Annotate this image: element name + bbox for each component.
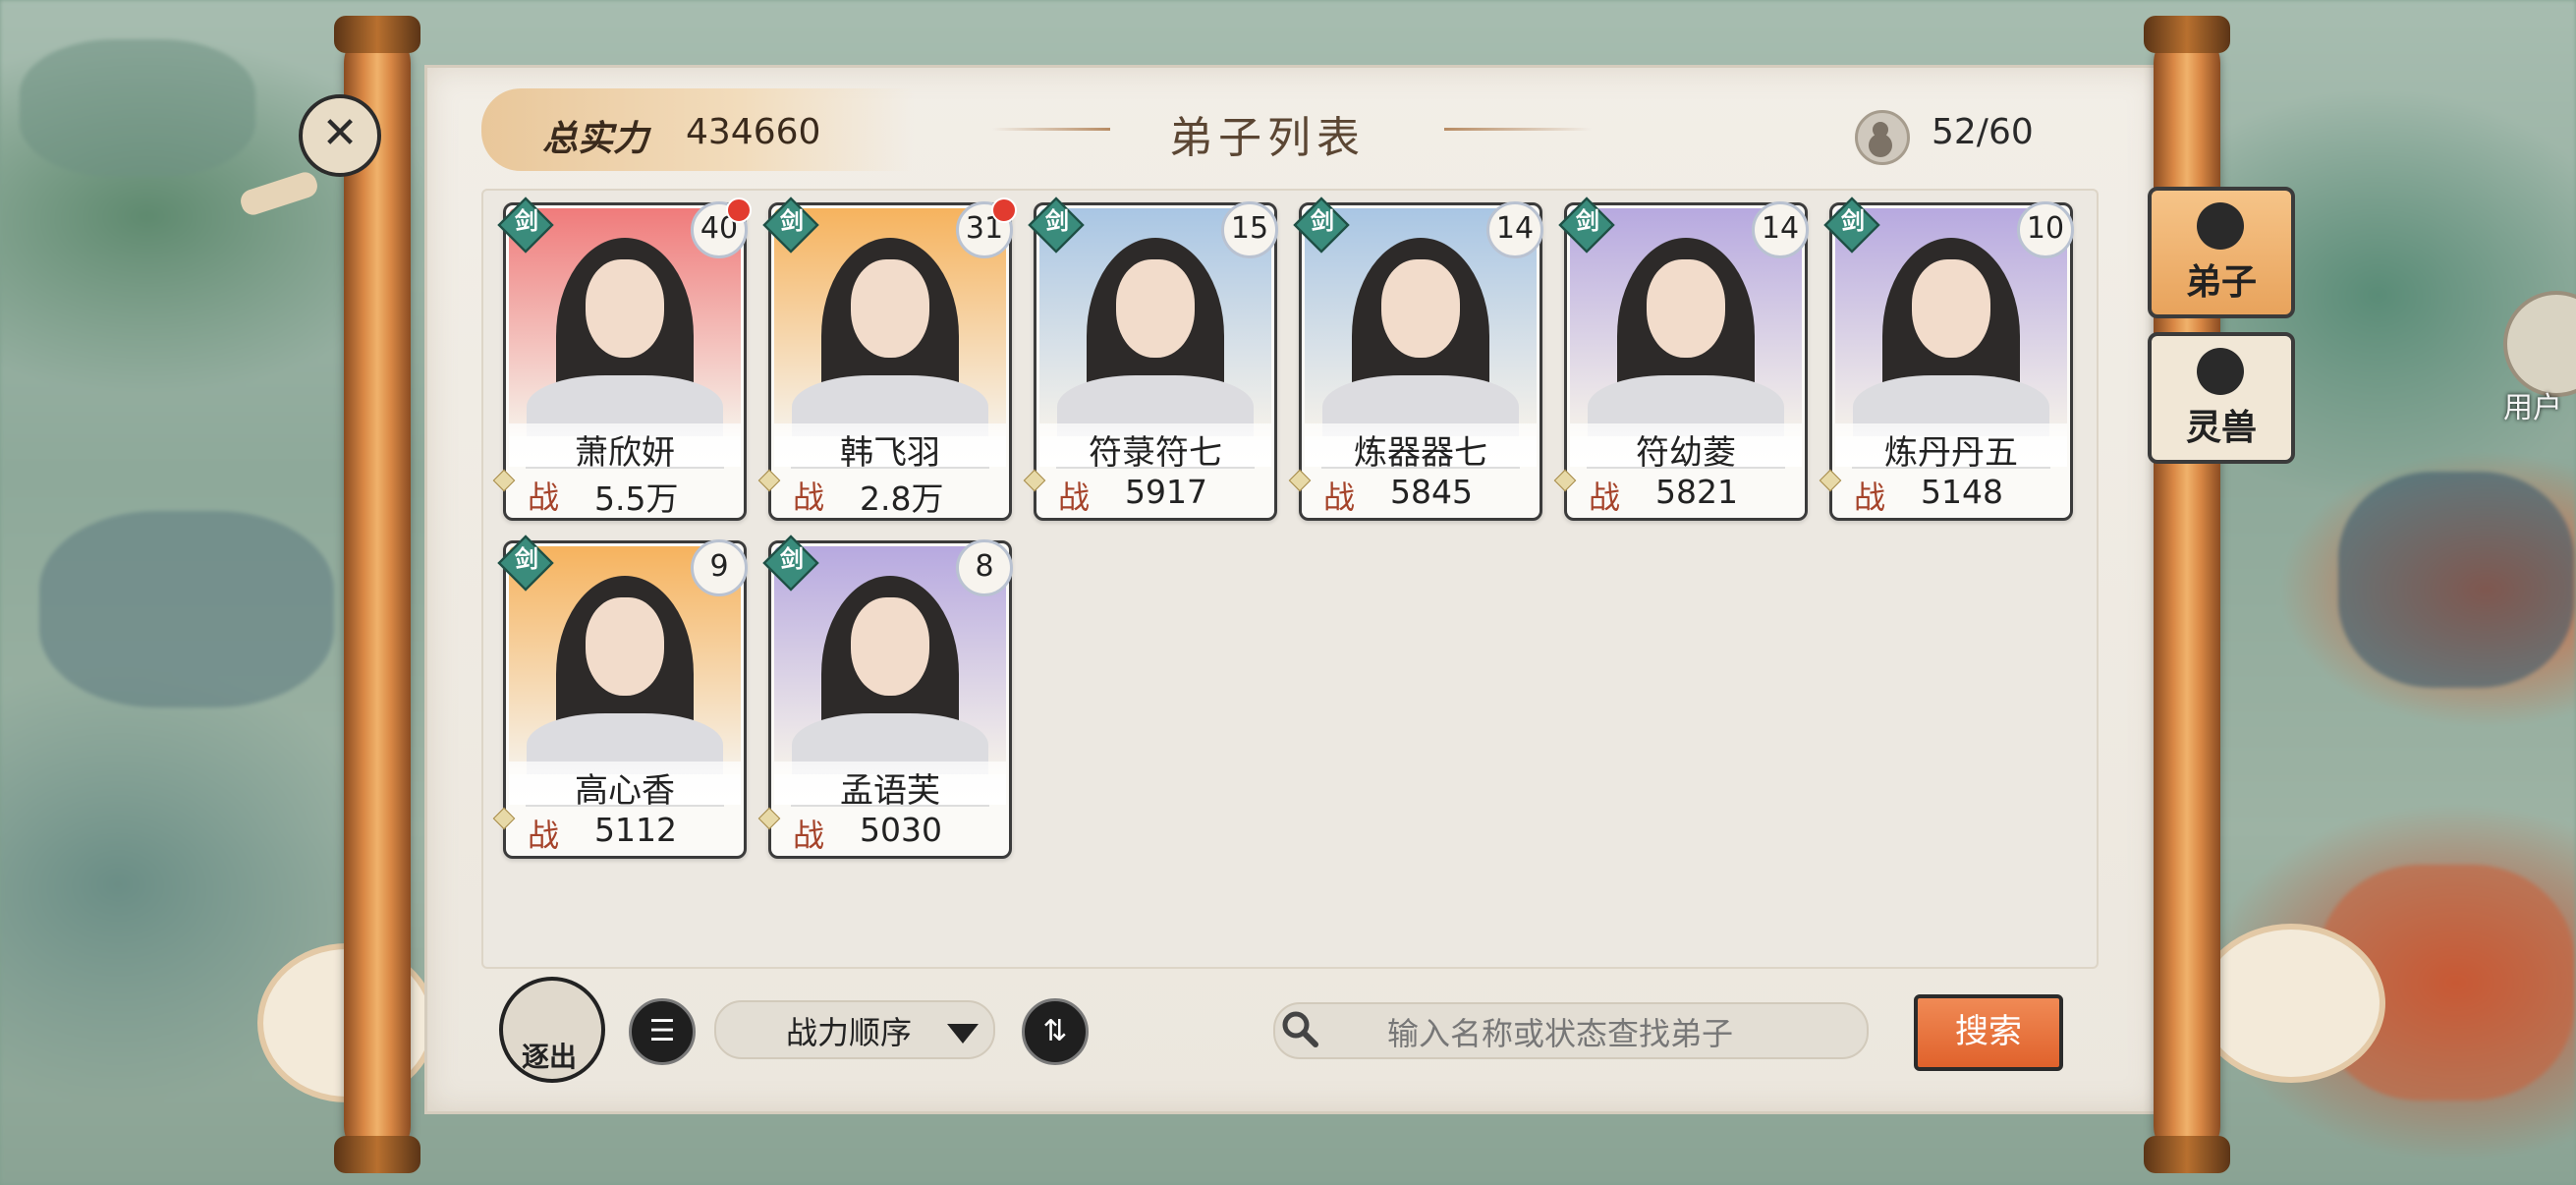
- search-placeholder: 输入名称或状态查找弟子: [1387, 1015, 1734, 1052]
- sword-type-label: 剑: [515, 207, 538, 235]
- search-icon: [1282, 1011, 1318, 1047]
- level-badge: 14: [1752, 201, 1809, 258]
- tab-disciples[interactable]: 弟子: [2148, 187, 2295, 318]
- combat-power-value: 5821: [1655, 473, 1738, 511]
- combat-power-tag: 战: [793, 479, 825, 516]
- combat-power-tag: 战: [1323, 479, 1356, 516]
- portrait-face: [1912, 259, 1990, 358]
- combat-power-tag: 战: [1589, 479, 1621, 516]
- user-label: 用户: [2503, 391, 2562, 425]
- level-badge: 9: [691, 539, 748, 596]
- portrait-face: [586, 597, 664, 696]
- level-badge: 15: [1221, 201, 1278, 258]
- combat-power-value: 5030: [860, 811, 942, 849]
- combat-power-value: 5148: [1921, 473, 2003, 511]
- notification-dot: [726, 198, 752, 223]
- combat-power-tag: 战: [793, 817, 825, 854]
- sword-type-label: 剑: [515, 545, 538, 573]
- sword-type-label: 剑: [1045, 207, 1069, 235]
- chevron-down-icon: [947, 1024, 979, 1044]
- level-badge: 10: [2017, 201, 2074, 258]
- card-divider: [1587, 467, 1785, 469]
- disciple-count-icon: [1855, 110, 1910, 165]
- disciple-tab-icon: [2197, 202, 2244, 250]
- disciple-card[interactable]: 孟语芙 战 5030 剑 8: [757, 535, 1013, 859]
- page-title: 弟子列表: [1169, 113, 1366, 163]
- disciple-card[interactable]: 炼器器七 战 5845 剑 14: [1288, 197, 1543, 521]
- combat-power-tag: 战: [528, 817, 560, 854]
- combat-power-value: 5112: [594, 811, 677, 849]
- sort-order-toggle-button[interactable]: ⇅: [1022, 998, 1089, 1065]
- portrait-face: [1647, 259, 1725, 358]
- card-divider: [526, 467, 724, 469]
- sort-dropdown-label: 战力顺序: [786, 1014, 913, 1051]
- sword-type-label: 剑: [1576, 207, 1599, 235]
- disciple-card[interactable]: 韩飞羽 战 2.8万 剑 31: [757, 197, 1017, 521]
- combat-power-tag: 战: [1058, 479, 1091, 516]
- notification-dot: [991, 198, 1017, 223]
- combat-power-tag: 战: [528, 479, 560, 516]
- sword-type-label: 剑: [780, 207, 804, 235]
- spirit-beast-tab-icon: [2197, 348, 2244, 395]
- filter-list-button[interactable]: ☰: [629, 998, 696, 1065]
- total-power-value: 434660: [686, 112, 821, 152]
- total-power-label: 总实力: [542, 118, 649, 159]
- sword-type-label: 剑: [1841, 207, 1865, 235]
- card-divider: [526, 805, 724, 807]
- combat-power-value: 5845: [1390, 473, 1473, 511]
- search-button[interactable]: 搜索: [1914, 994, 2063, 1071]
- portrait-face: [1381, 259, 1460, 358]
- cloud-decoration-right: [2197, 924, 2385, 1083]
- close-emblem-button[interactable]: ✕: [299, 94, 381, 177]
- portrait-face: [851, 259, 929, 358]
- sword-type-label: 剑: [780, 545, 804, 573]
- tab-spirit-beasts[interactable]: 灵兽: [2148, 332, 2295, 464]
- scroll-rod-left: [334, 16, 420, 1173]
- level-badge: 8: [956, 539, 1013, 596]
- card-divider: [791, 467, 989, 469]
- level-badge: 14: [1486, 201, 1543, 258]
- combat-power-value: 2.8万: [860, 480, 944, 518]
- tab-disciples-label: 弟子: [2185, 262, 2257, 303]
- card-divider: [1852, 467, 2050, 469]
- portrait-face: [1116, 259, 1195, 358]
- expel-label: 逐出: [521, 1041, 577, 1073]
- combat-power-tag: 战: [1854, 479, 1886, 516]
- portrait-face: [851, 597, 929, 696]
- disciple-card[interactable]: 萧欣妍 战 5.5万 剑 40: [492, 197, 752, 521]
- tab-spirit-beasts-label: 灵兽: [2185, 408, 2257, 448]
- disciple-card[interactable]: 符幼菱 战 5821 剑 14: [1553, 197, 1809, 521]
- card-divider: [1056, 467, 1255, 469]
- card-divider: [1321, 467, 1520, 469]
- disciple-card[interactable]: 炼丹丹五 战 5148 剑 10: [1819, 197, 2074, 521]
- disciple-capacity: 52/60: [1932, 112, 2034, 152]
- disciple-card[interactable]: 符菉符七 战 5917 剑 15: [1023, 197, 1278, 521]
- portrait-face: [586, 259, 664, 358]
- card-divider: [791, 805, 989, 807]
- combat-power-value: 5.5万: [594, 480, 679, 518]
- title-line-right: [1444, 128, 1592, 131]
- sword-type-label: 剑: [1311, 207, 1334, 235]
- combat-power-value: 5917: [1125, 473, 1207, 511]
- disciple-card[interactable]: 高心香 战 5112 剑 9: [492, 535, 748, 859]
